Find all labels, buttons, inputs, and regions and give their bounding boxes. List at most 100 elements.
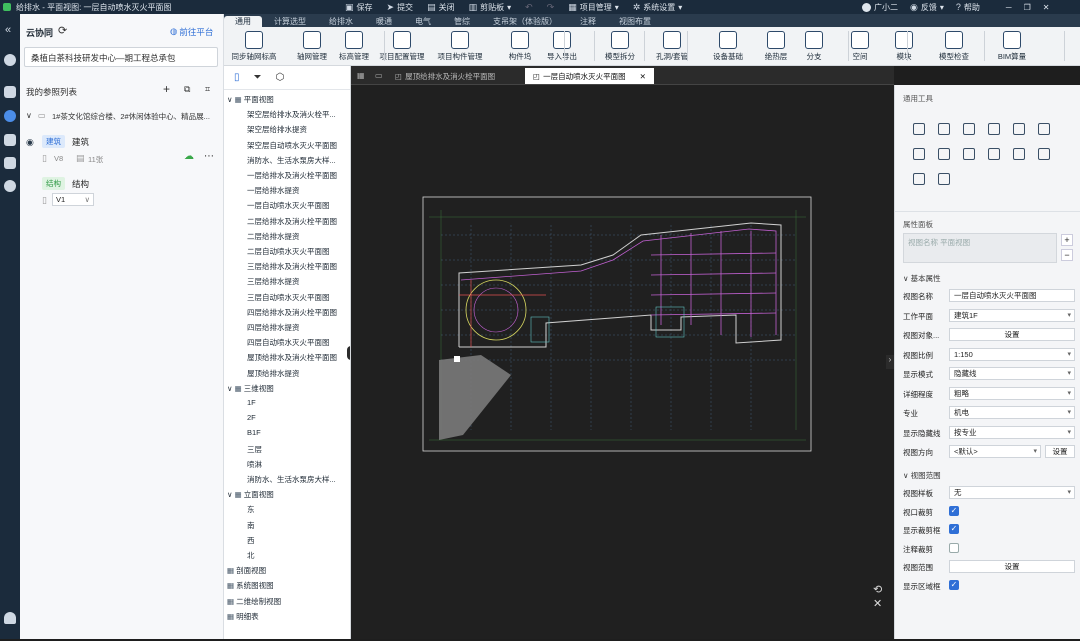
tree-item[interactable]: 四层给排水提资 (247, 322, 346, 333)
tree-item[interactable]: 屋顶给排水提资 (247, 368, 346, 379)
tree-item[interactable]: 1F (247, 398, 346, 407)
range-section-header[interactable]: ∨ 视图范围 (903, 470, 941, 481)
rotate-icon[interactable] (963, 123, 975, 135)
close-view-icon[interactable]: ✕ (873, 597, 882, 610)
ribbon-tab[interactable]: 支吊架（体验版） (482, 16, 568, 27)
more-icon[interactable]: ⋯ (204, 151, 214, 162)
settings-button[interactable]: 设置 (949, 328, 1075, 341)
add-icon[interactable]: + (1061, 234, 1073, 246)
filter-icon[interactable]: ⏷ (254, 72, 262, 83)
tree-item[interactable]: 架空层自动喷水灭火平面图 (247, 140, 346, 151)
property-value[interactable]: 1:150 (949, 347, 1075, 361)
version-select[interactable]: V1 ∨ (52, 193, 94, 206)
tree-item[interactable]: 西 (247, 535, 346, 546)
expand-right-icon[interactable]: › (886, 355, 894, 369)
doc-tab-active[interactable]: ◰ 一层自动喷水灭火平面图 ✕ (525, 68, 654, 84)
file-icon[interactable] (4, 134, 16, 146)
tree-item[interactable]: 三层给排水及消火栓平面图 (247, 261, 346, 272)
ribbon-button[interactable]: 同步轴网标高 (228, 29, 280, 64)
measure-icon[interactable] (913, 173, 925, 185)
tree-group[interactable]: ∨ ▦ 三维视图 (227, 383, 346, 394)
tree-item[interactable]: 一层自动喷水灭火平面图 (247, 200, 346, 211)
property-value[interactable]: 建筑1F (949, 308, 1075, 322)
ribbon-button[interactable]: 设备基础 (702, 29, 754, 64)
tree-item[interactable]: 三层给排水提资 (247, 276, 346, 287)
close-window-button[interactable]: ✕ (1043, 3, 1050, 12)
property-value[interactable]: 粗略 (949, 386, 1075, 400)
tree-group[interactable]: ∨ ▦ 立面视图 (227, 489, 346, 500)
tree-group[interactable]: ▦ 剖面视图 (227, 565, 346, 576)
checkbox[interactable]: ✓ (949, 505, 959, 516)
scan-icon[interactable]: ⌗ (205, 84, 210, 95)
bell-icon[interactable] (4, 612, 16, 624)
chevron-down-icon[interactable]: ∨ (227, 384, 235, 393)
ref-item[interactable]: 1#茶文化馆综合楼、2#休闲体验中心、精品展... (52, 111, 222, 122)
sync-cloud-icon[interactable]: ☁ (184, 151, 194, 162)
tree-item[interactable]: 2F (247, 413, 346, 422)
tree-item[interactable]: 北 (247, 550, 346, 561)
tree-item[interactable]: 一层给排水及消火栓平面图 (247, 170, 346, 181)
refresh-icon[interactable]: ⟳ (58, 24, 67, 37)
chevron-down-icon[interactable]: ∨ (227, 95, 235, 104)
tree-item[interactable]: 四层给排水及消火栓平面图 (247, 307, 346, 318)
offset-icon[interactable] (913, 148, 925, 160)
headset-icon[interactable] (4, 54, 16, 66)
view-template-select[interactable]: 无 (949, 486, 1075, 499)
ribbon-button[interactable]: 模块 (878, 29, 930, 64)
tree-item[interactable]: 一层给排水提资 (247, 185, 346, 196)
settings-menu[interactable]: ✲ 系统设置 ▾ (633, 2, 683, 13)
add-ref-button[interactable]: + (163, 82, 170, 96)
tree-item[interactable]: 喷淋 (247, 459, 346, 470)
chevron-down-icon[interactable]: ∨ (26, 111, 32, 120)
checkbox[interactable] (949, 542, 959, 553)
tree-item[interactable]: 南 (247, 520, 346, 531)
drawing-canvas[interactable]: ⟲ ✕ › (351, 85, 894, 639)
tree-item[interactable]: 架空层给排水及消火栓平... (247, 109, 346, 120)
tree-item[interactable]: 屋顶给排水及消火栓平面图 (247, 352, 346, 363)
property-value[interactable]: 隐藏线 (949, 367, 1075, 380)
tree-item[interactable]: 消防水、生活水泵房大样... (247, 155, 346, 166)
chevron-down-icon[interactable]: ∨ (227, 490, 235, 499)
project-mgmt-menu[interactable]: ▦ 项目管理 ▾ (568, 2, 619, 13)
align-icon[interactable] (938, 123, 950, 135)
ribbon-button[interactable]: 项目构件管理 (434, 29, 486, 64)
feedback-menu[interactable]: ◉ 反馈 ▾ (910, 2, 944, 13)
doc-tab-roof[interactable]: ◰ 屋顶给排水及消火栓平面图 (387, 68, 503, 84)
tree-group[interactable]: ▦ 二维绘制视图 (227, 596, 346, 607)
distribute-icon[interactable] (963, 148, 975, 160)
panel-icon[interactable]: ▯ (234, 72, 240, 83)
view-type-selector[interactable]: 视图名称 平面视图 (903, 233, 1057, 263)
move-icon[interactable] (913, 123, 925, 135)
help-button[interactable]: ? 帮助 (956, 2, 980, 13)
property-value[interactable]: 一层自动喷水灭火平面图 (949, 289, 1075, 302)
list-icon[interactable] (4, 157, 16, 169)
ribbon-button[interactable]: 分支 (788, 29, 840, 64)
copy-icon[interactable] (1038, 123, 1050, 135)
ribbon-tab[interactable]: 计算选型 (263, 16, 317, 27)
goto-platform-link[interactable]: ◍ 前往平台 (170, 26, 213, 38)
maximize-button[interactable]: ❐ (1024, 3, 1031, 12)
property-value[interactable]: 机电 (949, 406, 1075, 419)
link-icon[interactable]: ⧉ (184, 84, 190, 95)
rotate-view-icon[interactable]: ⟲ (873, 583, 882, 596)
ribbon-tab[interactable]: 管综 (443, 16, 481, 27)
eye-icon[interactable]: ◉ (26, 137, 34, 148)
cube-icon[interactable]: ⬡ (276, 72, 285, 83)
ribbon-button[interactable]: 导入导出 (536, 29, 588, 64)
tree-group[interactable]: ▦ 系统图视图 (227, 580, 346, 591)
ribbon-tab[interactable]: 通用 (224, 16, 262, 27)
property-value[interactable]: 按专业 (949, 425, 1075, 439)
ribbon-tab[interactable]: 暖通 (365, 16, 403, 27)
ribbon-button[interactable]: 模型检查 (928, 29, 980, 64)
ribbon-button[interactable]: 模型拆分 (594, 29, 646, 64)
window-icon[interactable]: ▭ (375, 71, 383, 80)
tree-item[interactable]: 东 (247, 504, 346, 515)
view-range-settings-button[interactable]: 设置 (949, 560, 1075, 574)
direction-settings-button[interactable]: 设置 (1045, 445, 1075, 458)
ribbon-tab[interactable]: 视图布置 (608, 16, 662, 27)
ribbon-button[interactable]: 孔洞/套管 (646, 29, 698, 64)
tree-item[interactable]: 三层 (247, 444, 346, 455)
tree-item[interactable]: B1F (247, 428, 346, 437)
delete-icon[interactable] (1038, 148, 1050, 160)
trim-icon[interactable] (988, 123, 1000, 135)
